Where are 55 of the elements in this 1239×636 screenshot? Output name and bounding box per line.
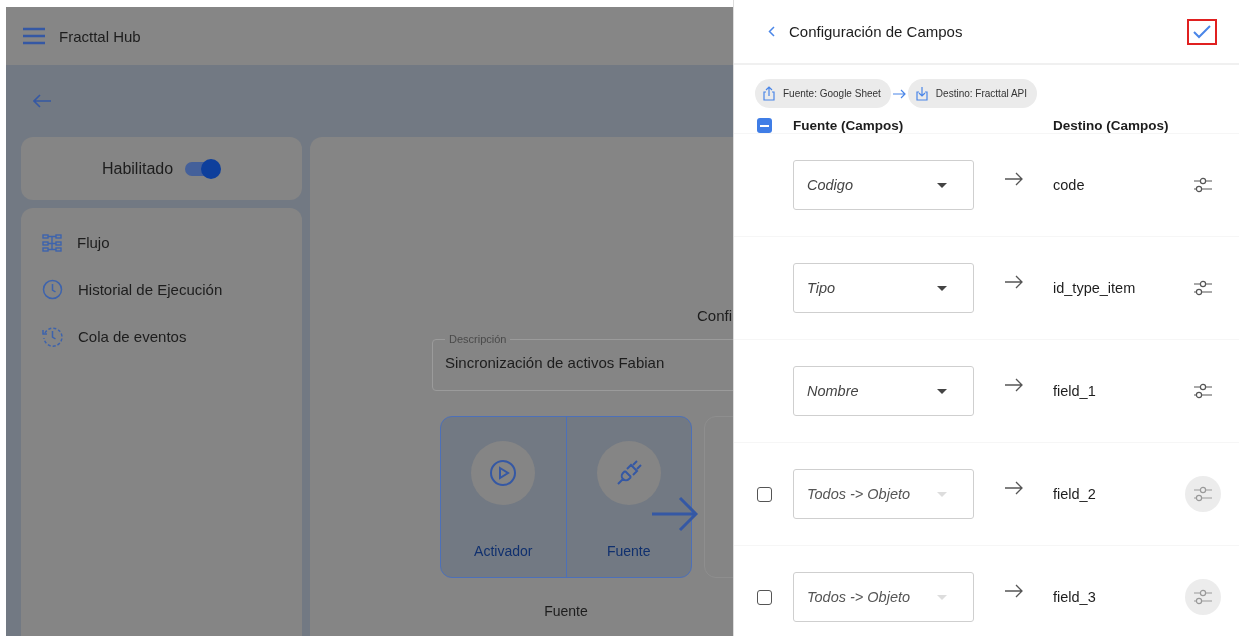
target-field: field_3	[1053, 589, 1183, 605]
plug-icon	[615, 460, 642, 486]
arrow-right-icon	[1004, 378, 1023, 392]
source-select[interactable]: Codigo	[793, 160, 974, 210]
flow-step[interactable]: Activador	[441, 417, 566, 577]
minus-icon	[760, 124, 769, 127]
step-caption: Fuente	[543, 603, 589, 619]
column-header: Fuente (Campos)	[793, 118, 905, 133]
target-field: field_1	[1053, 383, 1183, 399]
section-heading: Confi	[697, 307, 733, 326]
flow-icon	[42, 232, 62, 253]
caret-icon	[937, 388, 947, 394]
arrow-right-icon	[892, 88, 906, 99]
play-circle-icon	[489, 459, 518, 487]
check-icon	[1193, 24, 1211, 39]
upload-icon	[761, 85, 777, 102]
history-icon	[42, 326, 63, 347]
field-settings-button[interactable]	[1185, 476, 1221, 512]
nav-item[interactable]: Historial de Ejecución	[42, 269, 302, 310]
source-select[interactable]: Tipo	[793, 263, 974, 313]
drawer-title: Configuración de Campos	[789, 23, 964, 40]
sliders-icon	[1193, 383, 1213, 399]
sliders-icon	[1193, 486, 1213, 502]
sliders-icon	[1193, 589, 1213, 605]
download-icon	[913, 85, 930, 102]
mapping-chip: Fuente: Google Sheet	[755, 79, 891, 108]
source-select[interactable]: Nombre	[793, 366, 974, 416]
select-all-checkbox[interactable]	[757, 118, 772, 133]
flow-step[interactable]: Fuente	[565, 417, 691, 577]
nav-item[interactable]: Cola de eventos	[42, 316, 302, 357]
clock-icon	[42, 279, 63, 300]
arrow-right-icon	[1004, 172, 1023, 186]
target-field: code	[1053, 177, 1183, 193]
sliders-icon	[1193, 280, 1213, 296]
caret-icon	[937, 491, 947, 497]
arrow-right-icon	[1004, 275, 1023, 289]
status-label: Habilitado	[101, 159, 174, 178]
arrow-right-icon	[1004, 481, 1023, 495]
arrow-right-icon	[1004, 584, 1023, 598]
caret-icon	[937, 182, 947, 188]
target-field: field_2	[1053, 486, 1183, 502]
chevron-left-icon	[768, 26, 775, 37]
column-header: Destino (Campos)	[1053, 118, 1170, 133]
sliders-icon	[1193, 177, 1213, 193]
target-field: id_type_item	[1053, 280, 1183, 296]
save-button[interactable]	[1187, 18, 1217, 45]
nav-item[interactable]: Flujo	[42, 222, 302, 263]
back-button[interactable]	[768, 26, 775, 37]
caret-icon	[937, 285, 947, 291]
app-title: Fracttal Hub	[59, 27, 141, 45]
caret-icon	[937, 594, 947, 600]
arrow-right-icon	[652, 496, 698, 532]
toggle-switch[interactable]	[183, 158, 222, 179]
field-settings-button[interactable]	[1185, 579, 1221, 615]
mapping-chip: Destino: Fracttal API	[907, 79, 1037, 108]
